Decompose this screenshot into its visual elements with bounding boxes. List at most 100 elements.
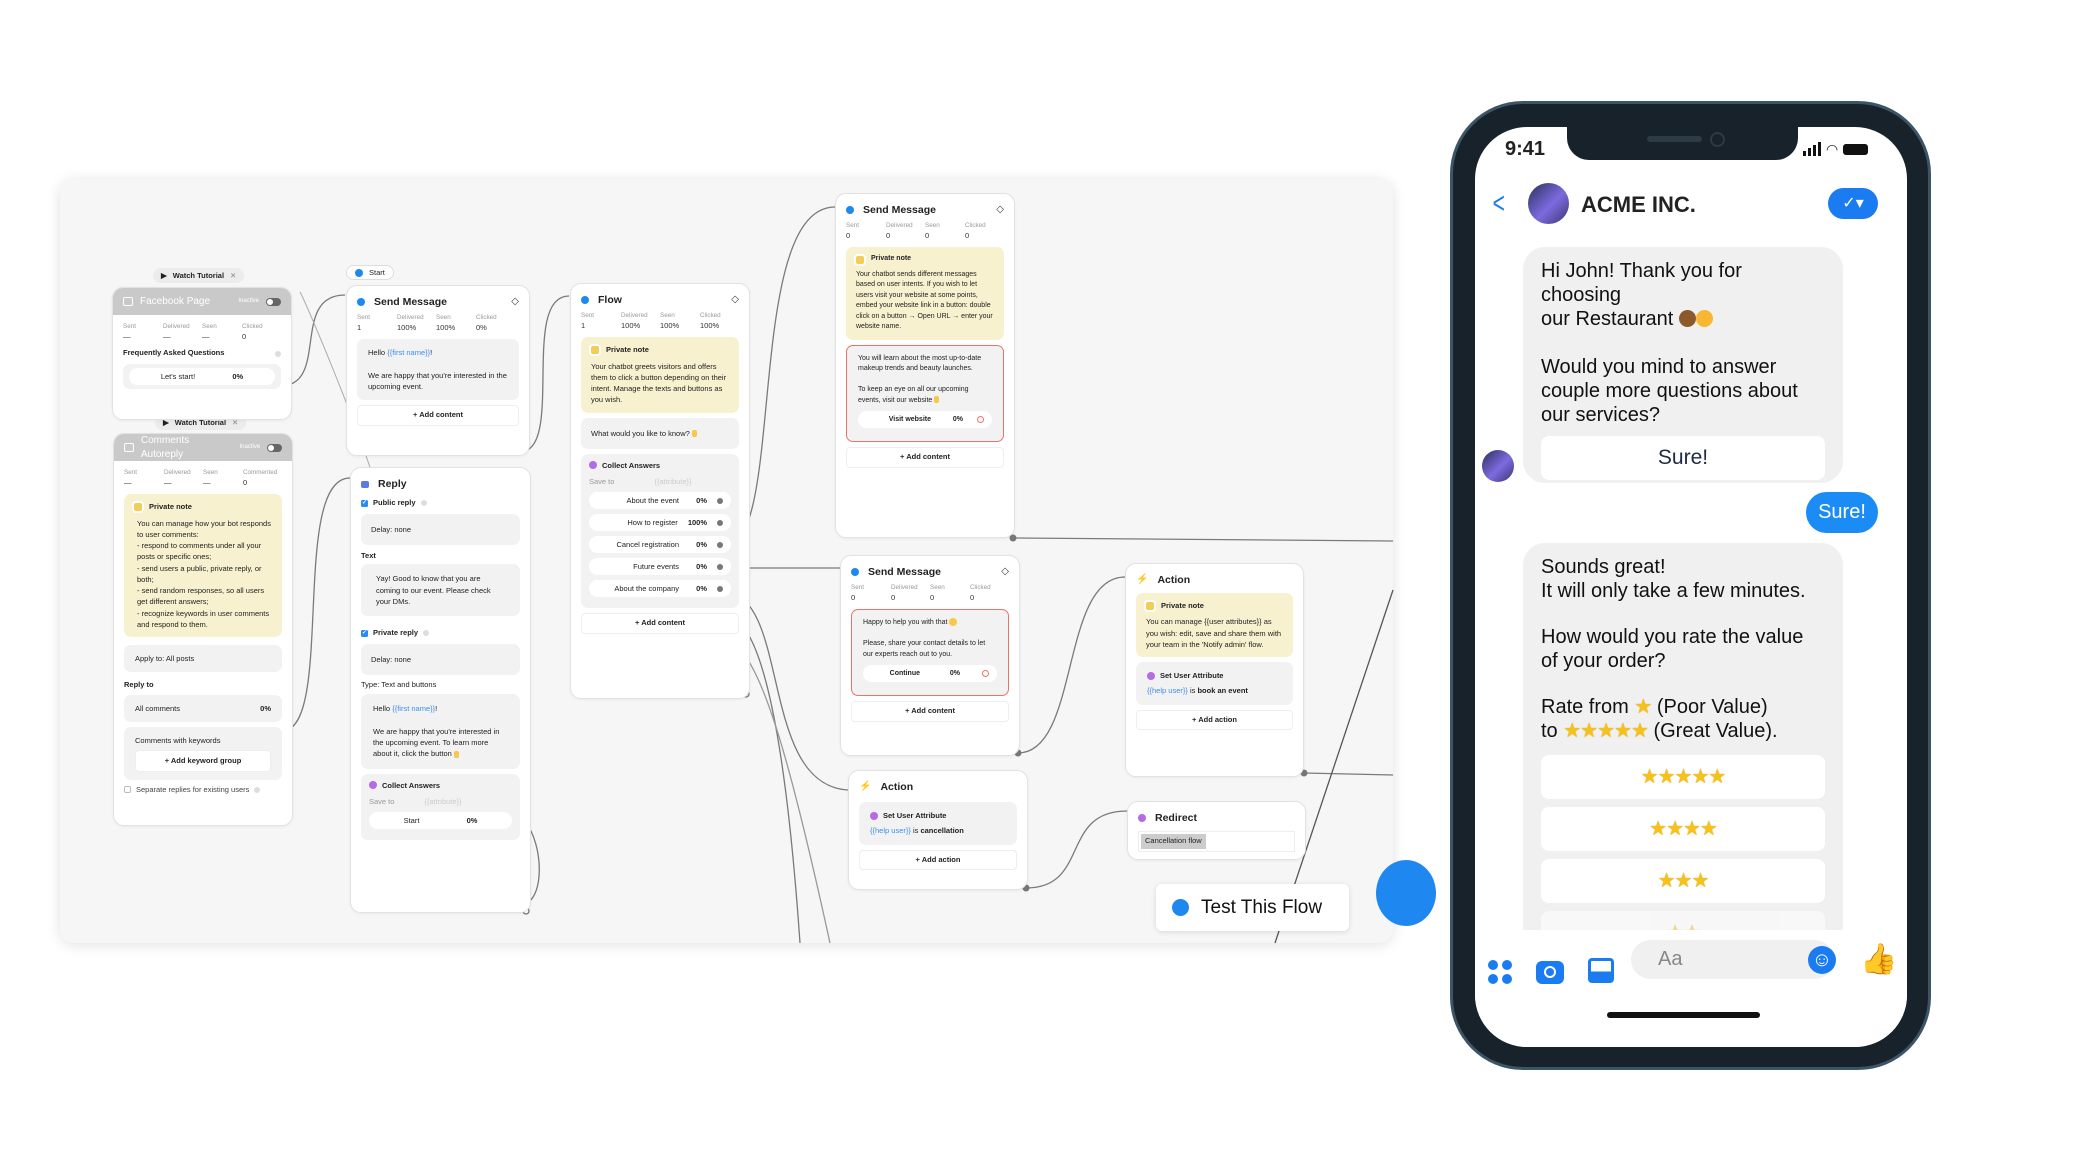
private-reply-checkbox[interactable]: ✓ [361,629,368,637]
private-reply-text[interactable]: Hello {{first name}}! We are happy that y… [361,694,520,769]
test-this-flow-button[interactable]: Test This Flow [1156,884,1349,931]
section-title: Frequently Asked Questions [123,348,225,358]
private-note[interactable]: Private note Your chatbot greets visitors… [581,337,739,413]
attribute-icon [1147,671,1155,680]
info-icon[interactable] [423,630,430,637]
image-icon[interactable] [1588,958,1614,983]
stars-icon: ★★★★★ [1563,720,1649,742]
message-text[interactable]: Happy to help you with that Please, shar… [851,609,1009,697]
card-title: Send Message [863,203,936,216]
apply-to-field[interactable]: Apply to: All posts [124,645,282,673]
status-label: Inactive [238,298,259,305]
add-keyword-group-button[interactable]: + Add keyword group [135,750,271,772]
start-button[interactable]: Start 0% [369,812,512,829]
info-icon[interactable] [420,500,427,507]
watch-tutorial-button[interactable]: ▶ Watch Tutorial ✕ [153,268,245,283]
answer-option[interactable]: About the event 0% [589,492,731,510]
rating-5-button[interactable]: ★★★★★ [1541,755,1825,799]
quick-reply-button[interactable]: Sure! [1541,436,1825,480]
send-message-card[interactable]: Send Message ◇ Sent 1 Delivered 100% Seen 10… [346,285,530,456]
public-reply-checkbox[interactable]: ✓ [361,499,368,507]
answer-option[interactable]: Future events 0% [589,558,731,576]
lets-start-button[interactable]: Let's start! 0% [129,367,275,385]
lightning-icon: ⚡ [1136,574,1149,585]
check-dropdown-button[interactable]: ✓▾ [1828,188,1878,219]
back-icon[interactable]: < [1493,187,1505,221]
comment-icon [124,443,134,452]
card-title: Comments Autoreply [140,434,190,460]
attribute-field[interactable]: {{attribute}} [654,476,691,487]
info-icon[interactable] [254,786,261,793]
camera-icon[interactable] [1536,961,1564,984]
continue-button[interactable]: Continue 0% [863,665,997,683]
tag-icon[interactable]: ◇ [511,295,519,309]
info-icon[interactable] [275,350,281,357]
message-input[interactable]: Aa [1631,940,1834,979]
flow-card[interactable]: Flow ◇ Sent 1 Delivered 100% Seen 100% Click… [570,283,750,699]
message-text[interactable]: Hello {{first name}}! We are happy that y… [357,339,519,401]
card-title: Action [880,780,914,793]
reply-card[interactable]: Reply ✓ Public reply Delay: none Text Yay… [350,467,531,913]
battery-icon [1843,144,1869,155]
food-emoji-icon [1678,310,1696,327]
facebook-page-card[interactable]: Facebook Page Inactive Sent — Delivered — S… [112,287,292,420]
set-user-attribute[interactable]: Set User Attribute {{help user}} is book … [1136,662,1293,705]
active-toggle[interactable] [267,443,282,452]
arrow-right-icon [355,268,363,277]
rating-3-button[interactable]: ★★★ [1541,859,1825,903]
add-content-button[interactable]: + Add content [846,447,1004,468]
answer-option[interactable]: About the company 0% [589,580,731,598]
action-card[interactable]: ⚡ Action Private note You can manage {{use… [1125,563,1304,777]
add-action-button[interactable]: + Add action [859,849,1017,870]
contact-avatar[interactable] [1528,183,1569,224]
redirect-target[interactable]: Cancellation flow [1141,834,1206,849]
add-action-button[interactable]: + Add action [1136,709,1293,730]
apps-icon[interactable] [1488,960,1512,984]
private-note[interactable]: Private note Your chatbot sends different… [846,247,1004,340]
floating-action-button[interactable] [1376,860,1436,926]
visit-website-button[interactable]: Visit website 0% [858,411,992,429]
add-content-button[interactable]: + Add content [851,701,1009,722]
phone-notch [1567,120,1798,160]
comments-autoreply-card[interactable]: Comments Autoreply Inactive Sent — Deliver… [113,433,293,826]
tag-icon[interactable]: ◇ [1001,565,1009,579]
user-message: Sure! [1806,492,1878,533]
all-comments-option[interactable]: All comments 0% [124,694,282,723]
redirect-card[interactable]: Redirect Cancellation flow [1127,801,1306,860]
delay-field[interactable]: Delay: none [361,643,520,675]
question-text[interactable]: What would you like to know? [581,417,739,449]
add-content-button[interactable]: + Add content [581,613,739,634]
delay-field[interactable]: Delay: none [361,513,520,545]
separate-replies-checkbox[interactable] [124,786,131,794]
attribute-icon [870,811,878,820]
tag-icon[interactable]: ◇ [731,293,739,307]
public-reply-text[interactable]: Yay! Good to know that you are coming to… [361,564,520,616]
contact-name[interactable]: ACME INC. [1581,192,1696,218]
answer-option[interactable]: Cancel registration 0% [589,536,731,554]
status-time: 9:41 [1505,138,1546,160]
tag-icon[interactable]: ◇ [996,203,1004,217]
active-toggle[interactable] [266,297,281,306]
heart-eyes-emoji-icon [1695,310,1713,327]
private-note[interactable]: Private note You can manage how your bot … [124,494,282,638]
send-message-card[interactable]: Send Message ◇ Sent 0 Delivered 0 Seen 0 Cli… [835,193,1015,538]
set-user-attribute[interactable]: Set User Attribute {{help user}} is cance… [859,802,1017,845]
close-icon[interactable]: ✕ [230,271,236,280]
reply-icon [361,480,369,488]
send-message-card[interactable]: Send Message ◇ Sent 0 Delivered 0 Seen 0 Cli… [840,555,1020,756]
private-note[interactable]: Private note You can manage {{user attrib… [1136,593,1293,657]
home-indicator [1607,1012,1760,1018]
like-icon[interactable]: 👍 [1860,942,1897,977]
messenger-icon [846,206,854,214]
add-content-button[interactable]: + Add content [357,405,519,426]
message-text[interactable]: You will learn about the most up-to-date… [846,344,1004,443]
type-label: Type: Text and buttons [361,679,437,689]
attribute-field[interactable]: {{attribute}} [424,796,461,807]
answer-option[interactable]: How to register 100% [589,514,731,532]
redirect-icon [1138,814,1146,822]
start-badge[interactable]: Start [346,265,394,280]
emoji-icon[interactable]: ☺ [1808,946,1836,974]
rating-4-button[interactable]: ★★★★ [1541,807,1825,851]
note-icon [1146,601,1154,610]
action-card[interactable]: ⚡ Action Set User Attribute {{help user}} … [848,770,1028,890]
